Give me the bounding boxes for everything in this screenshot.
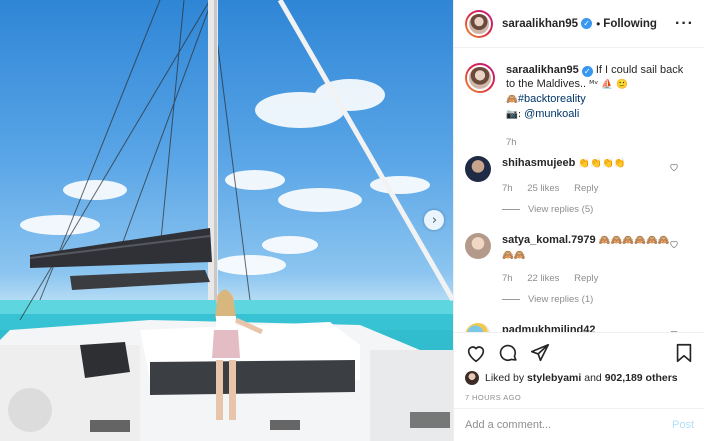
share-icon[interactable] [529, 342, 551, 364]
liked-by-prefix: Liked by [485, 372, 525, 384]
avatar[interactable] [465, 9, 493, 38]
header-username[interactable]: saraalikhan95 [502, 18, 578, 30]
likes-others-count[interactable]: 902,189 others [605, 372, 678, 384]
commenter-avatar[interactable] [465, 156, 491, 182]
view-replies-button[interactable]: View replies (1) [502, 292, 677, 307]
like-icon[interactable] [465, 342, 487, 364]
verified-icon: ✓ [581, 66, 593, 77]
following-button[interactable]: Following [603, 18, 657, 30]
caption-time[interactable]: 7h [506, 137, 517, 148]
post-photo[interactable]: › [0, 0, 453, 441]
verified-icon: ✓ [581, 18, 593, 29]
post-comment-button[interactable]: Post [672, 419, 694, 431]
caption-meta: 7h [506, 136, 686, 150]
comment-username[interactable]: satya_komal.7979 [502, 234, 596, 246]
carousel-next-icon: › [431, 212, 438, 228]
caption-username[interactable]: saraalikhan95 [506, 64, 579, 76]
heart-small-icon[interactable] [669, 239, 679, 249]
reply-button[interactable]: Reply [574, 273, 598, 284]
liker-avatar[interactable] [465, 371, 479, 385]
comment-item: shihasmujeeb 👏👏👏👏 7h 25 likes Reply View… [454, 156, 704, 217]
comment-time[interactable]: 7h [502, 273, 513, 284]
comment-time[interactable]: 7h [502, 183, 513, 194]
comment-text: 👏👏👏👏 [578, 158, 626, 169]
comment-likes[interactable]: 25 likes [527, 183, 559, 194]
heart-small-icon[interactable] [669, 162, 679, 172]
comment-input[interactable] [465, 419, 672, 431]
comment-username[interactable]: shihasmujeeb [502, 157, 575, 169]
caption-mention[interactable]: @munkoali [524, 108, 579, 120]
carousel-next-button[interactable]: › [424, 210, 444, 230]
more-options-icon[interactable]: ··· [675, 15, 694, 33]
commenter-avatar[interactable] [465, 233, 491, 259]
reply-button[interactable]: Reply [574, 183, 598, 194]
view-replies-button[interactable]: View replies (5) [502, 202, 677, 217]
separator-dot: • [596, 16, 601, 31]
post-timestamp[interactable]: 7 HOURS AGO [465, 393, 695, 402]
caption-hashtag-emoji: 🙈 [506, 94, 518, 105]
add-comment-bar: Post [454, 408, 704, 441]
comment-icon[interactable] [497, 342, 519, 364]
commenter-avatar[interactable] [465, 323, 491, 332]
liked-and: and [584, 372, 602, 384]
comment-likes[interactable]: 22 likes [527, 273, 559, 284]
likes-summary: Liked by stylebyami and 902,189 others [465, 371, 695, 385]
save-icon[interactable] [673, 342, 695, 364]
comment-meta: 7h 25 likes Reply [502, 181, 677, 196]
view-replies-label: View replies (1) [528, 294, 594, 305]
comment-item: padmukhmilind42 ♥♥♥♥♥♥♥♥♥♥ [454, 323, 704, 332]
caption-camera-emoji: 📷: [506, 109, 522, 120]
comments-list[interactable]: saraalikhan95 ✓ If I could sail back to t… [454, 49, 704, 332]
caption-hashtag[interactable]: #backtoreality [518, 93, 586, 105]
view-replies-label: View replies (5) [528, 204, 594, 215]
post-side-panel: saraalikhan95 ✓ • Following ··· saraalik… [453, 0, 704, 441]
liked-by-user[interactable]: stylebyami [527, 372, 581, 384]
comment-meta: 7h 22 likes Reply [502, 271, 677, 286]
comment-username[interactable]: padmukhmilind42 [502, 324, 596, 332]
post-actions: Liked by stylebyami and 902,189 others 7… [454, 332, 704, 402]
post-header: saraalikhan95 ✓ • Following ··· [454, 0, 704, 48]
caption: saraalikhan95 ✓ If I could sail back to t… [454, 49, 704, 150]
caption-avatar[interactable] [465, 63, 495, 93]
catamaran-scene [0, 0, 453, 441]
comment-item: satya_komal.7979 🙈🙈🙈🙈🙈🙈🙈🙈 7h 22 likes Re… [454, 233, 704, 307]
caption-emojis: ᴹᵛ ⛵ 🙂 [589, 79, 628, 90]
